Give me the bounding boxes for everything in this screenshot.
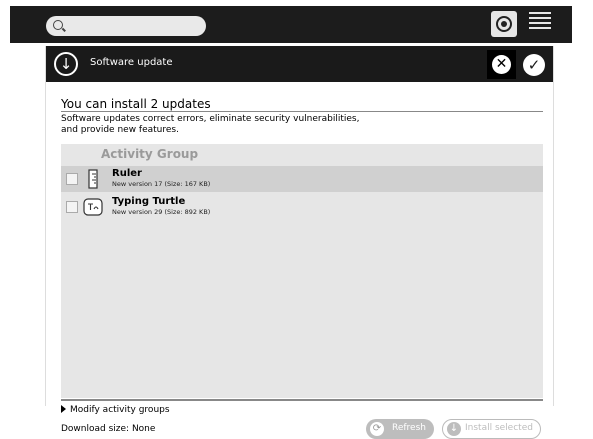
- dialog-header: ↓ Software update ✕ ✓: [46, 46, 553, 82]
- item-name: Ruler: [112, 168, 142, 179]
- item-checkbox[interactable]: [66, 173, 78, 185]
- search-icon: [53, 20, 63, 30]
- list-view-icon: [529, 12, 551, 14]
- cancel-button[interactable]: ✕: [487, 50, 516, 79]
- download-size: Download size: None: [61, 424, 156, 434]
- ok-icon: ✓: [527, 56, 541, 74]
- refresh-icon: ⟳: [370, 422, 384, 436]
- updates-headline: You can install 2 updates: [61, 97, 211, 111]
- update-list: Activity Group Ruler New version 17 (Siz…: [61, 144, 543, 398]
- list-view-icon-bar: [529, 17, 551, 19]
- ruler-icon: [88, 169, 98, 189]
- item-name: Typing Turtle: [112, 196, 186, 207]
- cancel-icon: ✕: [492, 55, 511, 74]
- list-item[interactable]: Typing Turtle New version 29 (Size: 892 …: [61, 194, 543, 220]
- group-header: Activity Group: [101, 147, 199, 161]
- list-view-icon-bar: [529, 22, 551, 24]
- item-checkbox[interactable]: [66, 201, 78, 213]
- typing-turtle-icon: [83, 198, 103, 216]
- install-icon: ↓: [447, 422, 461, 436]
- expand-triangle-icon: [61, 405, 66, 413]
- refresh-label: Refresh: [392, 423, 426, 433]
- install-label: Install selected: [465, 423, 533, 433]
- item-details: New version 17 (Size: 167 KB): [112, 180, 211, 188]
- home-view-icon-dot: [501, 21, 507, 27]
- headline-divider: [61, 111, 543, 112]
- list-view-button[interactable]: [529, 12, 551, 34]
- list-view-icon-bar: [529, 27, 551, 29]
- software-update-icon: ↓: [54, 52, 78, 76]
- install-selected-button[interactable]: ↓ Install selected: [442, 419, 541, 439]
- modify-groups-label: Modify activity groups: [70, 405, 170, 415]
- search-input[interactable]: [46, 16, 206, 36]
- item-details: New version 29 (Size: 892 KB): [112, 208, 211, 216]
- modify-activity-groups-toggle[interactable]: Modify activity groups: [61, 405, 170, 415]
- list-item[interactable]: Ruler New version 17 (Size: 167 KB): [61, 166, 543, 192]
- home-view-button[interactable]: [491, 11, 517, 37]
- dialog-title: Software update: [90, 57, 173, 68]
- list-divider: [61, 399, 543, 401]
- software-update-dialog: ↓ Software update ✕ ✓ You can install 2 …: [45, 46, 554, 439]
- refresh-button[interactable]: ⟳ Refresh: [366, 419, 434, 439]
- ok-button[interactable]: ✓: [523, 54, 545, 76]
- updates-description: Software updates correct errors, elimina…: [61, 114, 360, 135]
